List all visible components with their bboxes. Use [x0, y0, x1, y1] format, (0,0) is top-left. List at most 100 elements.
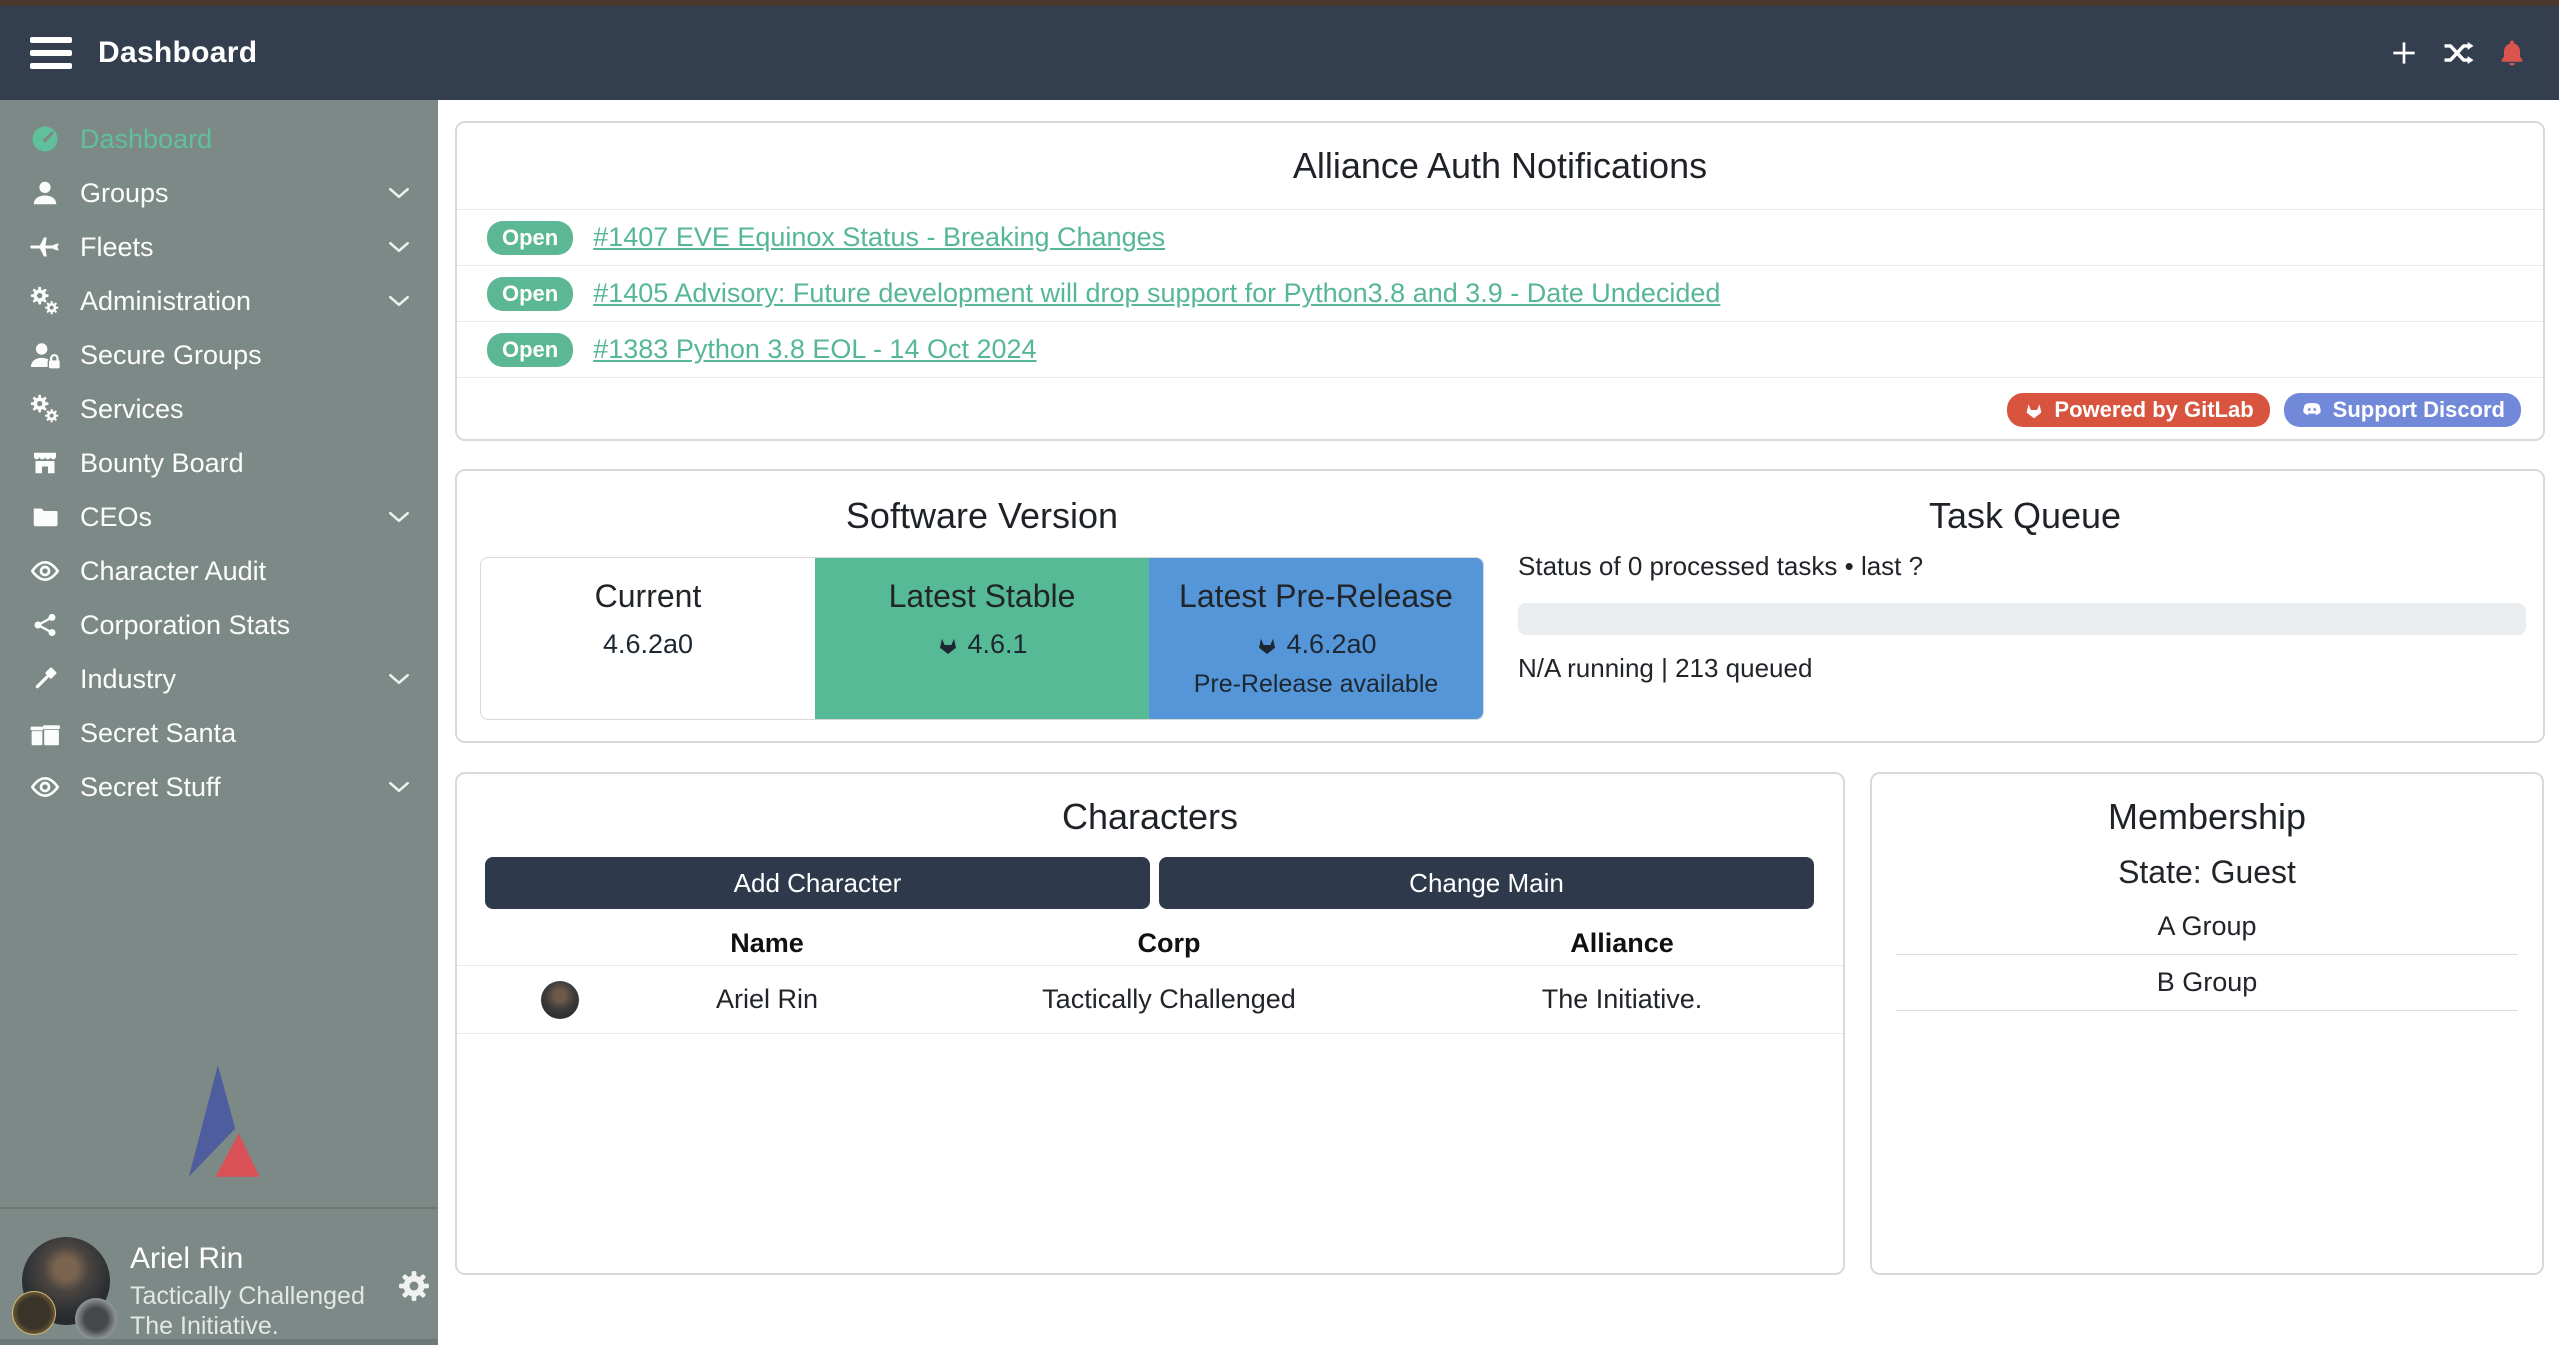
sidebar-item-groups[interactable]: Groups — [0, 166, 438, 220]
membership-panel: Membership State: Guest A Group B Group — [1870, 772, 2544, 1275]
sidebar-item-corporation-stats[interactable]: Corporation Stats — [0, 598, 438, 652]
sidebar-item-industry[interactable]: Industry — [0, 652, 438, 706]
gitlab-badge-label: Powered by GitLab — [2054, 397, 2253, 423]
shuffle-icon[interactable] — [2441, 36, 2475, 70]
user-alliance: The Initiative. — [130, 1312, 279, 1341]
hamburger-menu-icon[interactable] — [30, 37, 72, 69]
add-character-plus-icon[interactable] — [2387, 36, 2421, 70]
characters-title: Characters — [457, 796, 1843, 838]
user-corp-logo — [12, 1291, 56, 1335]
cogs-icon — [22, 393, 68, 425]
sidebar-item-label: Fleets — [80, 232, 154, 263]
sidebar-item-label: Bounty Board — [80, 448, 244, 479]
version-box-label: Latest Pre-Release — [1149, 578, 1483, 615]
gitlab-tanuki-icon — [936, 633, 960, 657]
column-header-corp: Corp — [937, 928, 1401, 959]
version-number: 4.6.2a0 — [1286, 629, 1376, 660]
characters-table-header: Name Corp Alliance — [457, 922, 1843, 966]
sidebar-item-secret-stuff[interactable]: Secret Stuff — [0, 760, 438, 814]
notification-link[interactable]: #1405 Advisory: Future development will … — [593, 278, 1720, 309]
chevron-down-icon — [386, 234, 412, 260]
share-nodes-icon — [22, 611, 68, 639]
cogs-icon — [22, 285, 68, 317]
software-version-task-queue-panel: Software Version Task Queue Current 4.6.… — [455, 469, 2545, 743]
sidebar-item-label: Industry — [80, 664, 176, 695]
gitlab-tanuki-icon — [2023, 399, 2045, 421]
character-portrait — [541, 981, 579, 1019]
sidebar-item-label: Groups — [80, 178, 169, 209]
notification-link[interactable]: #1407 EVE Equinox Status - Breaking Chan… — [593, 222, 1165, 253]
hammer-icon — [22, 664, 68, 694]
sidebar-item-ceos[interactable]: CEOs — [0, 490, 438, 544]
membership-group: A Group — [1896, 899, 2518, 955]
user-alliance-logo — [75, 1298, 117, 1340]
sidebar-item-dashboard[interactable]: Dashboard — [0, 112, 438, 166]
character-corp: Tactically Challenged — [937, 984, 1401, 1015]
user-lock-icon — [22, 339, 68, 371]
powered-by-gitlab-badge[interactable]: Powered by GitLab — [2007, 393, 2269, 427]
column-header-name: Name — [597, 928, 937, 959]
notification-row: Open #1383 Python 3.8 EOL - 14 Oct 2024 — [457, 321, 2543, 377]
column-header-alliance: Alliance — [1401, 928, 1843, 959]
discord-icon — [2300, 398, 2324, 422]
user-settings-gear-icon[interactable] — [396, 1268, 432, 1304]
chevron-down-icon — [386, 288, 412, 314]
store-icon — [22, 448, 68, 478]
notifications-bell-icon[interactable] — [2495, 36, 2529, 70]
task-queue-title: Task Queue — [1507, 495, 2543, 537]
sidebar-item-label: Secret Santa — [80, 718, 236, 749]
page-title: Dashboard — [98, 36, 257, 70]
fighter-jet-icon — [22, 231, 68, 263]
user-corp: Tactically Challenged — [130, 1282, 365, 1311]
gauge-icon — [22, 124, 68, 154]
sidebar: Dashboard Groups Fleets — [0, 100, 438, 1345]
version-box-label: Latest Stable — [815, 578, 1149, 615]
version-number: 4.6.2a0 — [603, 629, 693, 660]
sidebar-item-label: Services — [80, 394, 184, 425]
alliance-auth-logo — [161, 1059, 277, 1183]
folder-icon — [22, 502, 68, 532]
task-queue-progress-bar — [1518, 603, 2526, 635]
sidebar-item-fleets[interactable]: Fleets — [0, 220, 438, 274]
sidebar-item-label: Administration — [80, 286, 251, 317]
sidebar-item-administration[interactable]: Administration — [0, 274, 438, 328]
gifts-icon — [22, 717, 68, 749]
sidebar-item-label: Dashboard — [80, 124, 212, 155]
status-badge: Open — [487, 277, 573, 311]
chevron-down-icon — [386, 774, 412, 800]
sidebar-item-character-audit[interactable]: Character Audit — [0, 544, 438, 598]
membership-title: Membership — [1872, 796, 2542, 838]
support-discord-badge[interactable]: Support Discord — [2284, 393, 2521, 427]
eye-icon — [22, 555, 68, 587]
version-box-label: Current — [481, 578, 815, 615]
change-main-button[interactable]: Change Main — [1159, 857, 1814, 909]
sidebar-item-bounty-board[interactable]: Bounty Board — [0, 436, 438, 490]
notifications-panel: Alliance Auth Notifications Open #1407 E… — [455, 121, 2545, 441]
sidebar-item-label: Secret Stuff — [80, 772, 221, 803]
version-boxes: Current 4.6.2a0 Latest Stable 4.6.1 Late… — [480, 557, 1484, 720]
version-box-latest-pre-release: Latest Pre-Release 4.6.2a0 Pre-Release a… — [1149, 558, 1483, 719]
version-number: 4.6.1 — [967, 629, 1027, 660]
sidebar-item-label: CEOs — [80, 502, 152, 533]
gitlab-tanuki-icon — [1255, 633, 1279, 657]
add-character-button[interactable]: Add Character — [485, 857, 1150, 909]
notification-link[interactable]: #1383 Python 3.8 EOL - 14 Oct 2024 — [593, 334, 1036, 365]
status-badge: Open — [487, 221, 573, 255]
notification-row: Open #1405 Advisory: Future development … — [457, 265, 2543, 321]
user-name: Ariel Rin — [130, 1242, 243, 1276]
main-content: Alliance Auth Notifications Open #1407 E… — [438, 100, 2559, 1345]
sidebar-item-label: Corporation Stats — [80, 610, 290, 641]
membership-groups-list: A Group B Group — [1872, 899, 2542, 1011]
sidebar-item-services[interactable]: Services — [0, 382, 438, 436]
sidebar-item-secret-santa[interactable]: Secret Santa — [0, 706, 438, 760]
task-queue-status-line: Status of 0 processed tasks • last ? — [1518, 551, 1923, 582]
sidebar-item-label: Character Audit — [80, 556, 266, 587]
version-box-current: Current 4.6.2a0 — [481, 558, 815, 719]
software-version-title: Software Version — [457, 495, 1507, 537]
user-icon — [22, 178, 68, 208]
characters-panel: Characters Add Character Change Main Nam… — [455, 772, 1845, 1275]
character-name: Ariel Rin — [597, 984, 937, 1015]
chevron-down-icon — [386, 666, 412, 692]
discord-badge-label: Support Discord — [2333, 397, 2505, 423]
sidebar-item-secure-groups[interactable]: Secure Groups — [0, 328, 438, 382]
